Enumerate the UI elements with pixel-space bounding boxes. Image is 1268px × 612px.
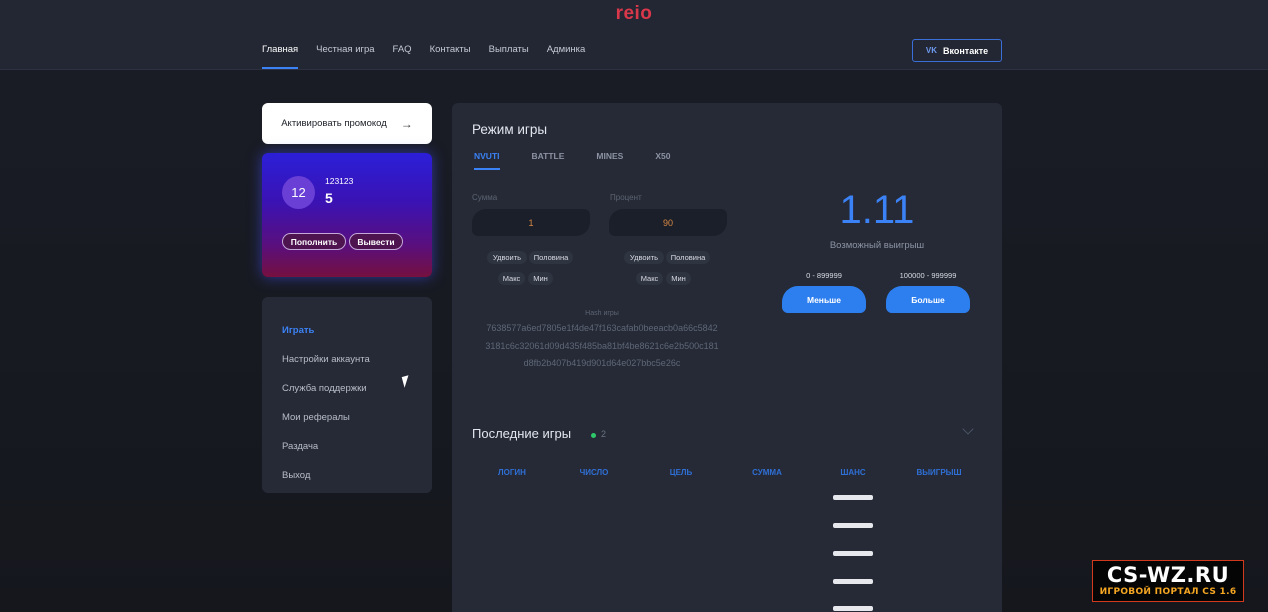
loading-placeholder <box>833 551 873 556</box>
nav-home[interactable]: Главная <box>262 44 299 69</box>
column-header-login: ЛОГИН <box>498 468 526 477</box>
tab-nvuti[interactable]: NVUTI <box>474 151 500 170</box>
hash-line: d8fb2b407b419d901d64e027bbc5e26c <box>523 358 681 368</box>
low-range-label: 0 - 899999 <box>806 271 842 280</box>
column-header-amount: СУММА <box>752 468 782 477</box>
sidebar-menu: Играть Настройки аккаунта Служба поддерж… <box>262 297 432 493</box>
sidebar-item-account-settings[interactable]: Настройки аккаунта <box>262 345 432 374</box>
nav-fair-game[interactable]: Честная игра <box>316 44 374 69</box>
withdraw-button[interactable]: Вывести <box>349 233 403 250</box>
bet-higher-button[interactable]: Больше <box>886 286 970 313</box>
loading-placeholder <box>833 495 873 500</box>
loading-placeholder <box>833 606 873 611</box>
watermark-logo: CS-WZ.RU ИГРОВОЙ ПОРТАЛ CS 1.6 <box>1092 560 1244 602</box>
amount-max-button[interactable]: Макс <box>498 272 525 285</box>
tab-battle[interactable]: BATTLE <box>532 151 565 170</box>
amount-input[interactable]: 1 <box>472 209 590 236</box>
bet-lower-button[interactable]: Меньше <box>782 286 866 313</box>
sidebar-item-giveaway[interactable]: Раздача <box>262 432 432 461</box>
site-logo[interactable]: reio <box>0 3 1268 25</box>
sidebar-item-play[interactable]: Играть <box>262 316 432 345</box>
sidebar-item-logout[interactable]: Выход <box>262 461 432 490</box>
activate-promo-button[interactable]: Активировать промокод → <box>262 103 432 144</box>
nav-admin[interactable]: Админка <box>547 44 586 69</box>
deposit-button[interactable]: Пополнить <box>282 233 346 250</box>
vk-icon: VK <box>925 46 937 55</box>
chevron-down-icon[interactable] <box>962 423 974 435</box>
sidebar-item-referrals[interactable]: Мои рефералы <box>262 403 432 432</box>
vk-login-button[interactable]: VK Вконтакте <box>912 39 1002 62</box>
column-header-win: ВЫИГРЫШ <box>916 468 962 477</box>
amount-label: Сумма <box>472 193 498 202</box>
arrow-right-icon: → <box>400 116 413 131</box>
promo-label: Активировать промокод <box>281 118 387 129</box>
nav-contacts[interactable]: Контакты <box>430 44 471 69</box>
tab-x50[interactable]: X50 <box>655 151 670 170</box>
game-mode-tabs: NVUTI BATTLE MINES X50 <box>474 151 702 170</box>
possible-win-value: 1.11 <box>839 188 915 232</box>
username: 123123 <box>325 176 354 186</box>
top-navbar: reio Главная Честная игра FAQ Контакты В… <box>0 0 1268 70</box>
main-nav: Главная Честная игра FAQ Контакты Выплат… <box>262 44 603 69</box>
hash-line: 7638577a6ed7805e1f4de47f163cafab0beeacb0… <box>486 323 718 333</box>
balance-value: 5 <box>325 190 333 206</box>
percent-half-button[interactable]: Половина <box>666 251 710 264</box>
hash-line: 3181c6c32061d09d435f485ba81bf4be8621c6e2… <box>485 341 719 351</box>
vk-button-label: Вконтакте <box>942 45 989 56</box>
nav-payouts[interactable]: Выплаты <box>489 44 529 69</box>
percent-input[interactable]: 90 <box>609 209 727 236</box>
amount-half-button[interactable]: Половина <box>529 251 573 264</box>
percent-min-button[interactable]: Мин <box>666 272 691 285</box>
amount-double-button[interactable]: Удвоить <box>487 251 527 264</box>
amount-min-button[interactable]: Мин <box>528 272 553 285</box>
watermark-title: CS-WZ.RU <box>1106 563 1230 587</box>
percent-max-button[interactable]: Макс <box>636 272 663 285</box>
loading-placeholder <box>833 579 873 584</box>
recent-games-title: Последние игры <box>472 426 572 441</box>
high-range-label: 100000 - 999999 <box>899 271 957 280</box>
percent-label: Процент <box>610 193 642 202</box>
tab-mines[interactable]: MINES <box>596 151 623 170</box>
profile-card: 12 123123 5 Пополнить Вывести <box>262 153 432 277</box>
avatar: 12 <box>282 176 315 209</box>
recent-games-count: 2 <box>601 429 607 439</box>
column-header-number: ЧИСЛО <box>579 468 609 477</box>
online-dot-icon <box>591 433 596 438</box>
nav-faq[interactable]: FAQ <box>393 44 412 69</box>
column-header-chance: ШАНС <box>840 468 866 477</box>
game-panel: Режим игры NVUTI BATTLE MINES X50 Сумма … <box>452 103 1002 612</box>
watermark-subtitle: ИГРОВОЙ ПОРТАЛ CS 1.6 <box>1099 587 1237 597</box>
loading-placeholder <box>833 523 873 528</box>
game-mode-title: Режим игры <box>472 122 548 137</box>
possible-win-label: Возможный выигрыш <box>829 240 925 251</box>
hash-label: Hash игры <box>585 310 619 317</box>
percent-double-button[interactable]: Удвоить <box>624 251 664 264</box>
column-header-target: ЦЕЛЬ <box>669 468 693 477</box>
